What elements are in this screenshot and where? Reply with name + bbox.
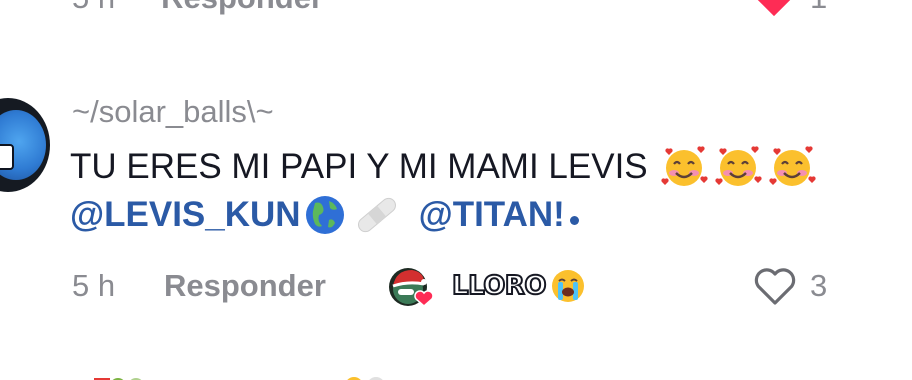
mention-link[interactable]: @TITAN!	[419, 195, 565, 235]
previous-comment-like-count: 1	[810, 0, 827, 16]
comment-mentions-line: @LEVIS_KUN @TITAN!	[70, 193, 579, 237]
comment-text: TU ERES MI PAPI Y MI MAMI LEVIS	[70, 147, 648, 186]
adhesive-bandage-icon	[357, 197, 396, 233]
next-comment-emojis	[94, 377, 383, 380]
smiling-face-with-hearts-icon	[769, 146, 816, 186]
previous-comment-reply-button[interactable]: Responder	[161, 0, 323, 16]
mention-link[interactable]: @LEVIS_KUN	[70, 195, 301, 235]
previous-comment-timestamp: 5 h	[72, 0, 115, 16]
separator-dot	[569, 215, 579, 225]
creator-avatar-icon	[389, 268, 434, 307]
comment-timestamp: 5 h	[72, 268, 116, 303]
like-count: 3	[810, 268, 828, 303]
comment-emojis	[660, 143, 816, 191]
comment-meta-row: 5 h Responder LLORO 3	[72, 266, 892, 310]
globe-americas-icon	[305, 196, 344, 234]
comment-thread: 5 h Responder 1 ~/solar_balls\~ TU ERES …	[0, 0, 912, 380]
comment-username[interactable]: ~/solar_balls\~	[72, 94, 274, 130]
avatar-eye-icon	[0, 144, 14, 170]
smiling-face-with-hearts-icon	[661, 146, 708, 186]
creator-reaction-text: LLORO	[451, 270, 547, 302]
smiling-face-with-hearts-icon	[715, 146, 762, 186]
reply-button[interactable]: Responder	[164, 268, 326, 304]
loudly-crying-face-icon	[551, 270, 584, 302]
heart-filled-icon[interactable]	[752, 0, 796, 18]
comment-text-line: TU ERES MI PAPI Y MI MAMI LEVIS	[70, 143, 816, 191]
avatar[interactable]	[0, 98, 50, 192]
creator-reaction[interactable]: LLORO	[386, 264, 586, 308]
heart-outline-icon[interactable]	[752, 266, 798, 308]
previous-comment-meta: 5 h Responder	[72, 0, 323, 16]
